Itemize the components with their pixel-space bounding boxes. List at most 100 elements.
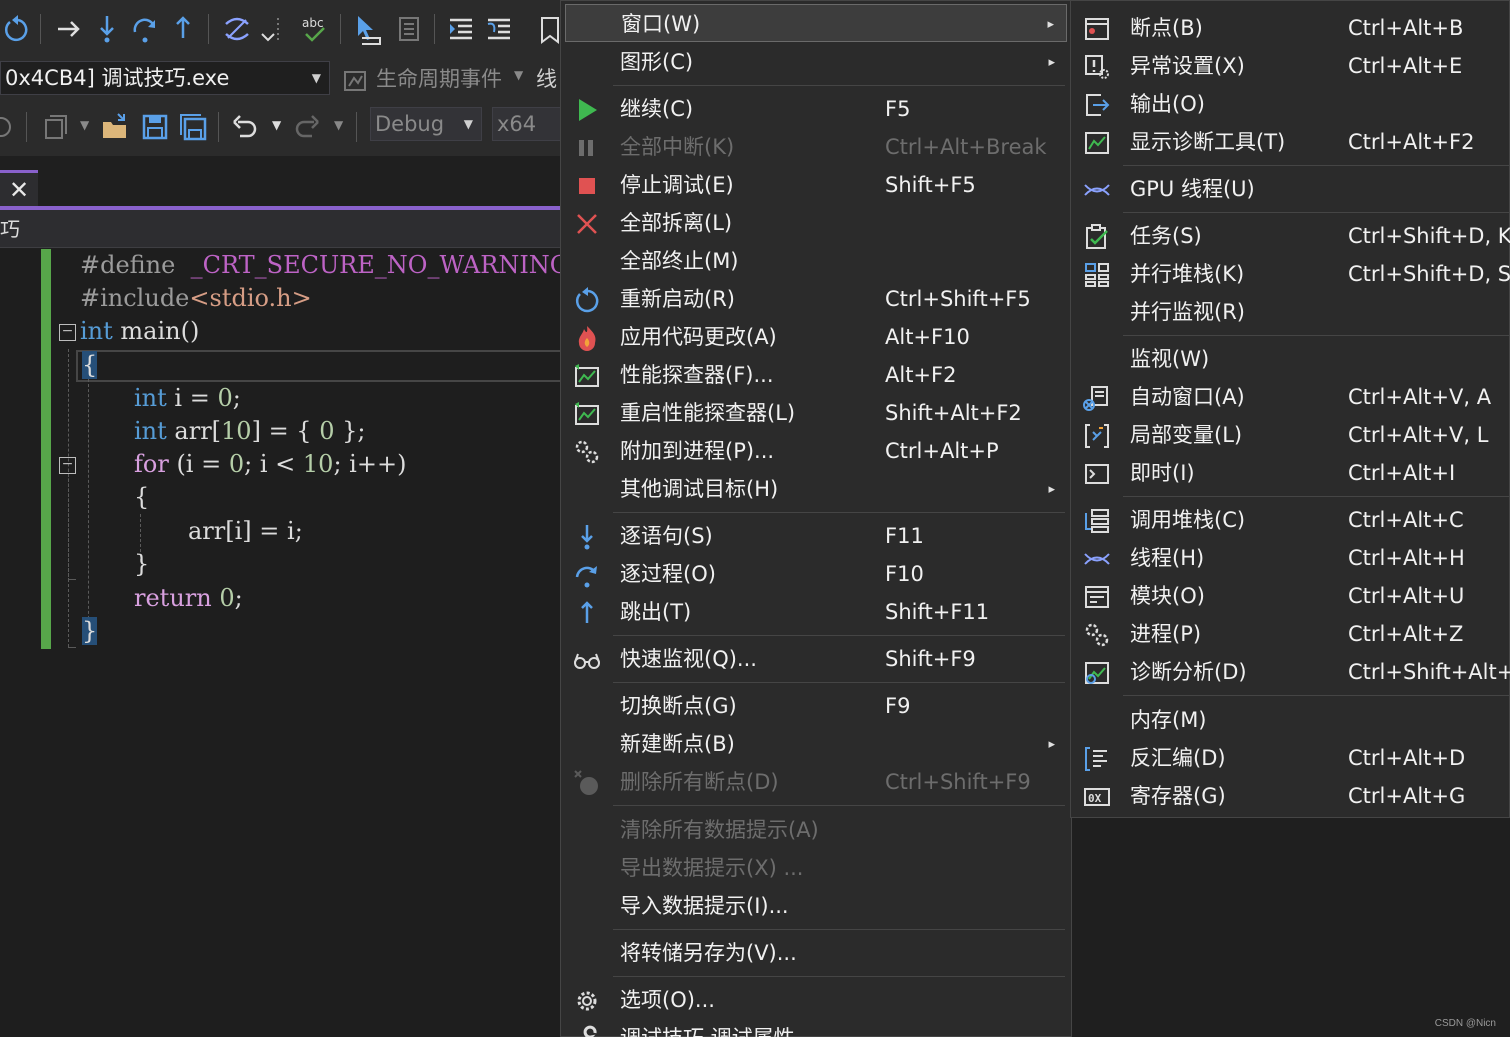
submenu-item-autos[interactable]: 自动窗口(A) Ctrl+Alt+V, A [1075, 378, 1505, 416]
submenu-item-tasks[interactable]: 任务(S) Ctrl+Shift+D, K [1075, 217, 1510, 255]
submenu-arrow-icon: ▸ [1048, 737, 1055, 752]
step-out-icon[interactable] [168, 12, 198, 46]
menu-item-debug-properties[interactable]: 调试技巧 调试属性 [565, 1019, 1067, 1037]
redo-icon[interactable] [292, 110, 322, 144]
menu-item-window[interactable]: 窗口(W) ▸ [565, 4, 1067, 42]
submenu-item-breakpoints[interactable]: 断点(B) Ctrl+Alt+B [1075, 9, 1505, 47]
new-project-icon[interactable] [40, 110, 70, 144]
menu-item-relaunch-profiler[interactable]: 重启性能探查器(L) Shift+Alt+F2 [565, 394, 1067, 432]
menu-item-new-breakpoint[interactable]: 新建断点(B) ▸ [565, 725, 1067, 763]
window-submenu: 断点(B) Ctrl+Alt+B 异常设置(X) Ctrl+Alt+E 输出(O) … [1070, 0, 1510, 818]
configuration-combo[interactable]: Debug ▼ [370, 107, 482, 141]
menu-item-graphics[interactable]: 图形(C) ▸ [565, 43, 1067, 81]
svg-text:abc: abc [302, 16, 324, 30]
configuration-value: Debug [375, 112, 445, 136]
open-folder-icon[interactable] [100, 110, 130, 144]
menu-item-import-datatips[interactable]: 导入数据提示(I)... [565, 887, 1067, 925]
tab-close-button[interactable]: ✕ [0, 170, 38, 208]
diagnostic-analysis-icon [1083, 659, 1111, 687]
submenu-item-registers[interactable]: 0X 寄存器(G) Ctrl+Alt+G [1075, 777, 1505, 815]
submenu-item-call-stack[interactable]: 调用堆栈(C) Ctrl+Alt+C [1075, 501, 1505, 539]
thread-label[interactable]: 线 [536, 64, 557, 94]
submenu-item-modules[interactable]: 模块(O) Ctrl+Alt+U [1075, 577, 1505, 615]
menu-item-quick-watch[interactable]: 快速监视(Q)... Shift+F9 [565, 640, 1067, 678]
chevron-down-icon: ▼ [334, 118, 344, 132]
hot-reload-icon[interactable] [222, 12, 252, 46]
submenu-item-output[interactable]: 输出(O) [1075, 85, 1505, 123]
code-editor[interactable]: − − #define _CRT_SECURE_NO_WARNINGS #inc… [0, 249, 562, 1037]
submenu-item-memory[interactable]: 内存(M) [1075, 701, 1505, 739]
step-into-icon[interactable] [92, 12, 122, 46]
menu-item-restart[interactable]: 重新启动(R) Ctrl+Shift+F5 [565, 280, 1067, 318]
step-over-icon[interactable] [130, 12, 160, 46]
menu-item-apply-code-changes[interactable]: 应用代码更改(A) Alt+F10 [565, 318, 1067, 356]
submenu-item-parallel-watch[interactable]: 并行监视(R) [1075, 293, 1505, 331]
menu-item-terminate-all[interactable]: 全部终止(M) [565, 242, 1067, 280]
lifecycle-events-icon[interactable] [340, 64, 370, 98]
code-line-9: arr[i] = i; [188, 517, 303, 545]
submenu-item-diagnostic-analysis[interactable]: 诊断分析(D) Ctrl+Shift+Alt+I [1075, 653, 1510, 691]
submenu-item-processes[interactable]: 进程(P) Ctrl+Alt+Z [1075, 615, 1505, 653]
outdent-icon[interactable] [484, 12, 514, 46]
detach-x-icon [573, 210, 601, 238]
menu-item-stop-debugging[interactable]: 停止调试(E) Shift+F5 [565, 166, 1067, 204]
output-icon [1083, 91, 1111, 119]
menu-item-attach-to-process[interactable]: 附加到进程(P)... Ctrl+Alt+P [565, 432, 1067, 470]
gears-icon [573, 438, 601, 466]
stop-icon [573, 172, 601, 200]
menu-item-break-all[interactable]: 全部中断(K) Ctrl+Alt+Break [565, 128, 1067, 166]
debug-toolbar: abc [0, 0, 562, 58]
spell-check-icon[interactable]: abc [300, 12, 330, 46]
menu-item-save-dump-as[interactable]: 将转储另存为(V)... [565, 934, 1067, 972]
menu-item-other-debug-targets[interactable]: 其他调试目标(H) ▸ [565, 470, 1067, 508]
menu-item-export-datatips[interactable]: 导出数据提示(X) ... [565, 849, 1067, 887]
process-combo[interactable]: 0x4CB4] 调试技巧.exe ▼ [0, 61, 330, 95]
submenu-item-immediate[interactable]: 即时(I) Ctrl+Alt+I [1075, 454, 1505, 492]
call-stack-icon [1083, 507, 1111, 535]
threads-icon [1083, 176, 1111, 204]
submenu-arrow-icon: ▸ [1048, 482, 1055, 497]
process-toolbar: 0x4CB4] 调试技巧.exe ▼ 生命周期事件 ▼ 线 [0, 58, 562, 98]
fold-toggle-main[interactable]: − [59, 324, 76, 341]
submenu-item-diagnostic-tools[interactable]: 显示诊断工具(T) Ctrl+Alt+F2 [1075, 123, 1505, 161]
indent-icon[interactable] [446, 12, 476, 46]
platform-combo[interactable]: x64 [492, 107, 562, 141]
lifecycle-events-label[interactable]: 生命周期事件 [376, 64, 502, 94]
save-all-icon[interactable] [178, 110, 208, 144]
submenu-item-locals[interactable]: 局部变量(L) Ctrl+Alt+V, L [1075, 416, 1505, 454]
document-tab-strip [0, 156, 562, 210]
save-icon[interactable] [140, 110, 170, 144]
menu-item-step-out[interactable]: 跳出(T) Shift+F11 [565, 593, 1067, 631]
menu-item-continue[interactable]: 继续(C) F5 [565, 90, 1067, 128]
show-next-statement-icon[interactable] [54, 12, 84, 46]
restart-icon[interactable] [2, 12, 32, 46]
submenu-item-gpu-threads[interactable]: GPU 线程(U) [1075, 170, 1505, 208]
bookmark-icon[interactable] [534, 12, 562, 46]
menu-item-clear-datatips[interactable]: 清除所有数据提示(A) [565, 811, 1067, 849]
submenu-item-exception-settings[interactable]: 异常设置(X) Ctrl+Alt+E [1075, 47, 1505, 85]
undo-icon[interactable] [230, 110, 260, 144]
wrench-icon [573, 1025, 601, 1037]
menu-item-step-into[interactable]: 逐语句(S) F11 [565, 517, 1067, 555]
parallel-stacks-icon [1083, 261, 1111, 289]
submenu-item-watch[interactable]: 监视(W) [1075, 340, 1505, 378]
code-map-icon[interactable] [394, 12, 424, 46]
navigate-back-icon[interactable] [0, 110, 16, 144]
chevron-down-icon: ▼ [80, 118, 90, 132]
menu-item-detach-all[interactable]: 全部拆离(L) [565, 204, 1067, 242]
submenu-item-threads[interactable]: 线程(H) Ctrl+Alt+H [1075, 539, 1505, 577]
cursor-select-icon[interactable] [352, 12, 382, 46]
menu-item-options[interactable]: 选项(O)... [565, 981, 1067, 1019]
background-area: CSDN @Nicn [1072, 818, 1510, 1037]
menu-item-performance-profiler[interactable]: 性能探查器(F)... Alt+F2 [565, 356, 1067, 394]
menu-item-delete-all-breakpoints[interactable]: 删除所有断点(D) Ctrl+Shift+F9 [565, 763, 1067, 801]
fold-toggle-for[interactable]: − [59, 457, 76, 474]
menu-item-toggle-breakpoint[interactable]: 切换断点(G) F9 [565, 687, 1067, 725]
navigation-project-label: 巧 [0, 217, 20, 241]
navigation-bar[interactable]: 巧 [0, 210, 562, 248]
dropdown-icon[interactable] [258, 12, 288, 46]
standard-toolbar: ▼ ▼ ▼ Debug ▼ x64 [0, 98, 562, 156]
submenu-item-parallel-stacks[interactable]: 并行堆栈(K) Ctrl+Shift+D, S [1075, 255, 1510, 293]
submenu-item-disassembly[interactable]: 反汇编(D) Ctrl+Alt+D [1075, 739, 1505, 777]
menu-item-step-over[interactable]: 逐过程(O) F10 [565, 555, 1067, 593]
